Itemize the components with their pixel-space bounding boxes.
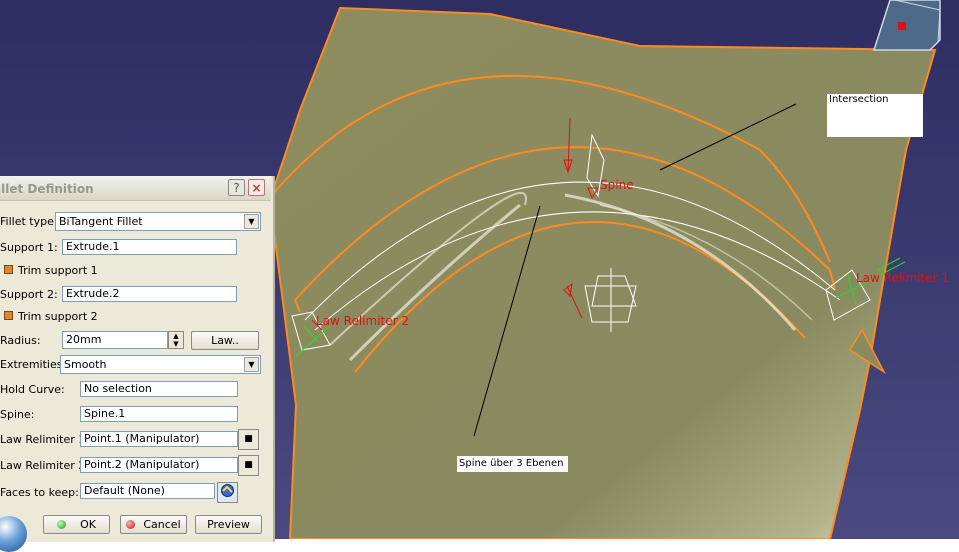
faces-to-keep-field[interactable]: Default (None) <box>80 483 215 499</box>
fillet-definition-dialog: illet Definition ? × Fillet type: BiTang… <box>0 176 275 552</box>
support1-label: Support 1: <box>0 241 58 254</box>
law-relimiter2-field[interactable]: Point.2 (Manipulator) <box>80 457 238 473</box>
support1-value: Extrude.1 <box>66 240 120 253</box>
green-dot-icon <box>57 520 67 529</box>
spine-field[interactable]: Spine.1 <box>80 406 238 422</box>
chevron-down-icon[interactable]: ▼ <box>244 357 259 372</box>
cancel-button[interactable]: Cancel <box>120 515 187 534</box>
spine-field-label: Spine: <box>0 408 35 421</box>
extremities-label: Extremities: <box>0 358 67 371</box>
radius-spinner[interactable]: ▲ ▼ <box>168 331 184 349</box>
chevron-down-icon[interactable]: ▼ <box>244 214 259 229</box>
law-relimiter1-button[interactable]: ■ <box>238 429 259 450</box>
red-dot-icon <box>126 520 136 529</box>
dialog-title: illet Definition <box>0 182 94 196</box>
faces-to-keep-label: Faces to keep: <box>0 486 79 499</box>
law-relimiter2-button[interactable]: ■ <box>238 455 259 476</box>
radius-field[interactable]: 20mm <box>62 331 168 349</box>
spine-note-text: Spine über 3 Ebenen <box>459 458 564 469</box>
intersection-note: Intersection <box>827 94 923 137</box>
preview-button[interactable]: Preview <box>195 515 262 534</box>
hold-curve-label: Hold Curve: <box>0 383 65 396</box>
faces-selection-icon[interactable] <box>217 482 238 503</box>
close-button[interactable]: × <box>248 179 265 196</box>
law-relimiter1-value: Point.1 (Manipulator) <box>84 432 200 445</box>
support2-label: Support 2: <box>0 288 58 301</box>
extremities-value: Smooth <box>64 358 107 371</box>
support2-value: Extrude.2 <box>66 287 120 300</box>
trim-support2-checkbox[interactable] <box>4 311 13 320</box>
extremities-select[interactable]: Smooth ▼ <box>60 355 261 374</box>
fillet-type-label: Fillet type: <box>0 215 58 228</box>
spine-note: Spine über 3 Ebenen <box>457 456 568 472</box>
law-relimiter1-field[interactable]: Point.1 (Manipulator) <box>80 431 238 447</box>
fillet-type-value: BiTangent Fillet <box>59 215 143 228</box>
spine-value: Spine.1 <box>84 407 126 420</box>
ok-button-label: OK <box>80 518 96 531</box>
hold-curve-value: No selection <box>84 382 152 395</box>
spine-label: Spine <box>600 178 634 192</box>
hold-curve-field[interactable]: No selection <box>80 381 238 397</box>
law-relimiter1-label: Law Relimiter 1: <box>0 433 89 446</box>
support2-field[interactable]: Extrude.2 <box>62 286 237 302</box>
radius-label: Radius: <box>0 334 41 347</box>
law-relimiter-2-label: Law Relimiter 2 <box>316 314 409 328</box>
law-relimiter2-label: Law Relimiter 2: <box>0 459 89 472</box>
law-relimiter2-value: Point.2 (Manipulator) <box>84 458 200 471</box>
trim-support2-label: Trim support 2 <box>18 310 98 323</box>
trim-support1-label: Trim support 1 <box>18 264 98 277</box>
intersection-note-text: Intersection <box>829 94 889 105</box>
law-relimiter-1-label: Law Relimiter 1 <box>856 271 949 285</box>
radius-value: 20mm <box>66 333 102 346</box>
dialog-titlebar[interactable]: illet Definition ? × <box>0 176 271 201</box>
ok-button[interactable]: OK <box>43 515 110 534</box>
orb-icon <box>0 516 27 552</box>
faces-to-keep-value: Default (None) <box>84 484 165 497</box>
cancel-button-label: Cancel <box>143 518 181 531</box>
trim-support1-checkbox[interactable] <box>4 265 13 274</box>
support1-field[interactable]: Extrude.1 <box>62 239 237 255</box>
help-button[interactable]: ? <box>228 179 245 196</box>
law-button[interactable]: Law.. <box>191 331 259 350</box>
fillet-type-select[interactable]: BiTangent Fillet ▼ <box>55 212 261 231</box>
